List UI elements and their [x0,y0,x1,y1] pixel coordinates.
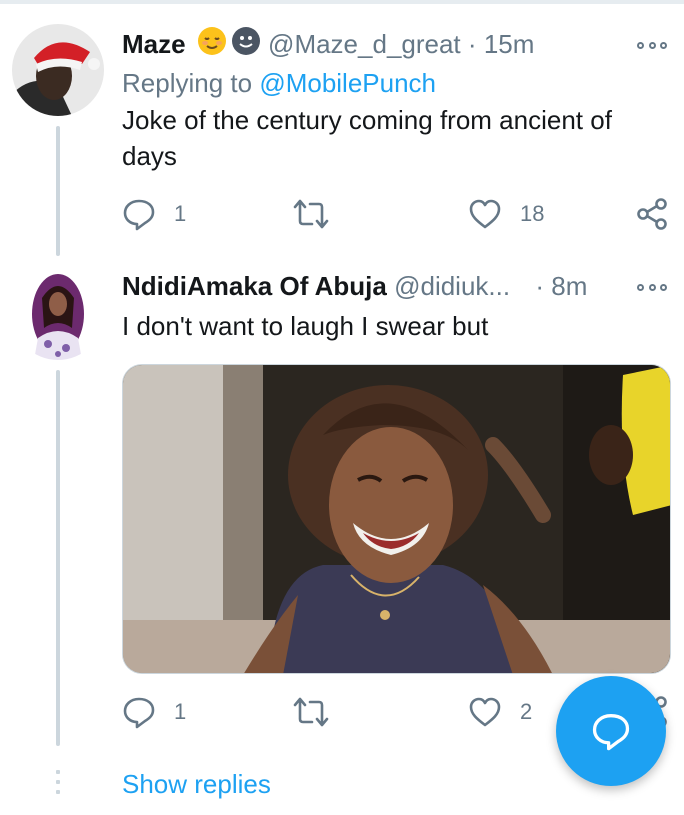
compose-reply-button[interactable] [556,676,666,786]
tweet-time[interactable]: 15m [484,29,535,59]
thread-dots [56,770,60,800]
tweet-1[interactable]: Maze @Maze_d_great · 15m Replying to @Mo… [122,24,667,174]
like-button[interactable]: 2 [468,692,532,732]
like-count: 2 [520,699,533,724]
tweet-actions: 1 18 [122,194,667,234]
tweet-media-image[interactable] [122,364,671,674]
heart-icon [469,199,501,229]
tweet-2[interactable]: NdidiAmaka Of Abuja @didiuk... · 8m I do… [122,266,667,344]
share-icon [637,198,667,230]
author-handle[interactable]: @didiuk... [394,271,510,301]
retweet-button[interactable] [292,692,348,732]
reply-icon [123,697,155,729]
replying-to: Replying to @MobilePunch [122,64,667,102]
author-handle[interactable]: @Maze_d_great [268,29,461,59]
avatar-ndidiamaka-image [12,268,104,360]
reply-button[interactable]: 1 [122,692,186,732]
compose-reply-icon [592,714,630,751]
like-count: 18 [520,201,545,226]
replying-to-label: Replying to [122,68,253,98]
retweet-icon [293,199,329,229]
thread-connector [56,126,60,256]
more-icon[interactable] [637,30,667,60]
avatar-maze-image [12,24,104,116]
tweet-header: Maze @Maze_d_great · 15m [122,24,667,64]
relieved-face-emoji-icon [197,26,227,67]
author-name[interactable]: NdidiAmaka Of Abuja [122,271,387,301]
tweet-text: Joke of the century coming from ancient … [122,105,612,171]
tweet-time[interactable]: 8m [551,271,587,301]
author-name[interactable]: Maze [122,29,186,59]
show-replies-link[interactable]: Show replies [122,766,271,802]
heart-icon [469,697,501,727]
like-button[interactable]: 18 [468,194,544,234]
top-divider [0,0,684,4]
separator-dot: · [467,29,477,59]
reply-count: 1 [174,699,187,724]
thread-connector [56,370,60,746]
tweet-text: I don't want to laugh I swear but [122,311,489,341]
tweet-header: NdidiAmaka Of Abuja @didiuk... · 8m [122,266,667,306]
laughing-woman-photo [123,365,670,673]
reply-icon [123,199,155,231]
more-icon[interactable] [637,272,667,302]
retweet-button[interactable] [292,194,348,234]
replying-to-mention[interactable]: @MobilePunch [259,68,436,98]
reply-button[interactable]: 1 [122,194,186,234]
share-button[interactable] [635,194,669,234]
retweet-icon [293,697,329,727]
separator-dot: · [535,271,544,301]
slightly-smiling-face-emoji-icon [231,26,261,67]
avatar-ndidiamaka[interactable] [12,268,104,360]
reply-count: 1 [174,201,187,226]
avatar-maze[interactable] [12,24,104,116]
